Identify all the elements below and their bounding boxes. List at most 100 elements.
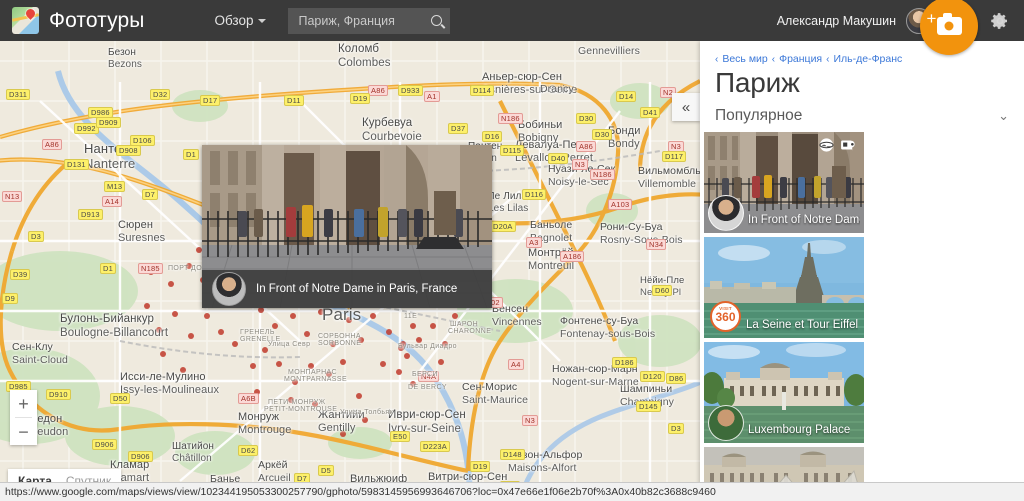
road-shield: D16 <box>482 131 503 142</box>
road-shield: D145 <box>636 401 661 412</box>
map-district-label: Бульвар Диадро <box>398 343 457 350</box>
map-district-label: ГРЕНЕЛЬ <box>240 329 275 336</box>
chevron-down-icon[interactable]: ⌄ <box>998 108 1009 124</box>
map-place-label: Фонтене-су-Буа <box>560 315 639 327</box>
road-shield: D14 <box>616 91 637 102</box>
road-shield: A86 <box>576 141 596 152</box>
road-shield: D913 <box>78 209 103 220</box>
list-item[interactable]: In Front of Notre Dame in ... <box>704 132 864 233</box>
road-shield: A86 <box>368 85 388 96</box>
map-district-label: ШАРОН <box>450 321 479 328</box>
photo-thumbnail-grid: In Front of Notre Dame in ... <box>700 132 1024 501</box>
header-right-group: Александр Макушин <box>777 7 1024 34</box>
road-shield: D30 <box>592 129 613 140</box>
map-district-label: ПОРТ ДО <box>168 265 203 272</box>
road-shield: A1 <box>424 91 440 102</box>
map-place-label: Бонди <box>608 125 641 137</box>
map-photo-preview-card[interactable]: In Front of Notre Dame in Paris, France <box>202 145 492 308</box>
road-shield: D311 <box>6 89 31 100</box>
360-badge-top: VISIT <box>719 306 732 311</box>
road-shield: D19 <box>350 93 371 104</box>
map-place-label: Courbevoie <box>362 130 422 143</box>
list-item[interactable]: Luxembourg Palace <box>704 342 864 443</box>
map-district-label: ПЕТИ-МОНРУЖ <box>268 399 326 406</box>
list-item[interactable]: VISIT 360 La Seine et Tour Eiffel <box>704 237 864 338</box>
map-district-label: 11E <box>404 313 418 320</box>
popular-section-header[interactable]: Популярное ⌄ <box>715 107 1009 132</box>
map-place-label: Maisons-Alfort <box>508 461 577 474</box>
road-shield: N3 <box>522 415 538 426</box>
collapse-sidebar-button[interactable]: « <box>672 93 700 121</box>
road-shield: E50 <box>390 431 410 442</box>
road-shield: D39 <box>10 269 31 280</box>
road-shield: A103 <box>608 199 633 210</box>
map-district-label: Улица Севр <box>268 341 311 348</box>
map-place-label: Сен-Клу <box>12 341 53 353</box>
road-shield: A4 <box>508 359 524 370</box>
360-badge-icon: VISIT 360 <box>710 301 741 332</box>
map-place-label: Colombes <box>338 56 391 69</box>
search-icon[interactable] <box>431 15 443 26</box>
map-place-label: Коломб <box>338 43 380 55</box>
map-place-label: Баньоле <box>530 219 573 231</box>
zoom-out-button[interactable]: − <box>10 418 37 445</box>
map-place-label: Курбевуа <box>362 117 413 129</box>
gear-icon[interactable] <box>990 11 1010 31</box>
breadcrumb-item-iledefrance[interactable]: Иль-де-Франс <box>833 53 902 65</box>
road-shield: D910 <box>46 389 71 400</box>
road-shield: D11 <box>284 95 304 106</box>
road-shield: N3 <box>572 159 588 170</box>
logo-block[interactable]: Фототуры <box>0 7 144 34</box>
search-input[interactable]: Париж, Франция <box>288 7 451 34</box>
map-place-label: Сюрен <box>118 219 154 231</box>
map-place-label: Gentilly <box>318 422 356 434</box>
map-place-label: Boulogne-Billancourt <box>60 326 169 339</box>
breadcrumb-item-world[interactable]: Весь мир <box>722 53 767 65</box>
road-shield: A3 <box>526 237 542 248</box>
road-shield: D86 <box>666 373 687 384</box>
road-shield: N185 <box>138 263 163 274</box>
photographer-avatar[interactable] <box>212 272 246 306</box>
road-shield: D909 <box>96 117 121 128</box>
zoom-in-button[interactable]: + <box>10 390 37 417</box>
map-place-label: Шатийон <box>172 441 215 452</box>
map-place-label: Вильмомбль <box>638 165 701 177</box>
map-place-label: Châtillon <box>172 453 212 464</box>
google-maps-pin-icon <box>12 7 39 34</box>
map-place-label: Бобиньи <box>518 119 563 131</box>
places-sidebar: ‹ Весь мир ‹ Франция ‹ Иль-де-Франс Пари… <box>700 41 1024 501</box>
thumbnail-badges <box>818 138 857 152</box>
road-shield: D9 <box>2 293 18 304</box>
road-shield: D62 <box>238 445 259 456</box>
road-shield: D3 <box>28 231 44 242</box>
road-shield: D933 <box>398 85 423 96</box>
road-shield: D3 <box>668 423 684 434</box>
breadcrumb-item-france[interactable]: Франция <box>779 53 822 65</box>
road-shield: D116 <box>522 189 547 200</box>
map-zoom-control[interactable]: + − <box>10 390 37 445</box>
app-title: Фототуры <box>49 8 145 32</box>
road-shield: A86 <box>42 139 62 150</box>
road-shield: N186 <box>498 113 523 124</box>
popular-section-label: Популярное <box>715 107 803 124</box>
map-place-label: Безон <box>108 47 136 58</box>
photographer-avatar[interactable] <box>708 405 744 441</box>
road-shield: D32 <box>150 89 171 100</box>
map-place-label: Аркёй <box>258 459 288 471</box>
nav-overview-dropdown[interactable]: Обзор <box>214 13 267 28</box>
road-shield: D1 <box>183 149 199 160</box>
map-place-label: Аньер-сюр-Сен <box>482 71 563 83</box>
road-shield: D117 <box>662 151 687 162</box>
chevron-left-icon: ‹ <box>771 53 776 65</box>
user-name-label[interactable]: Александр Макушин <box>777 14 896 28</box>
camera-icon: + <box>927 10 962 35</box>
chevron-left-icon: ‹ <box>826 53 830 65</box>
list-item-title: La Seine et Tour Eiffel <box>746 319 859 331</box>
photo-location-icon <box>841 140 855 151</box>
road-shield: D37 <box>448 123 469 134</box>
photographer-avatar[interactable] <box>708 195 744 231</box>
road-shield: A186 <box>560 251 585 262</box>
map-place-label: Сен-Морис <box>462 381 518 393</box>
road-shield: D20A <box>490 221 516 232</box>
road-shield: D186 <box>612 357 637 368</box>
